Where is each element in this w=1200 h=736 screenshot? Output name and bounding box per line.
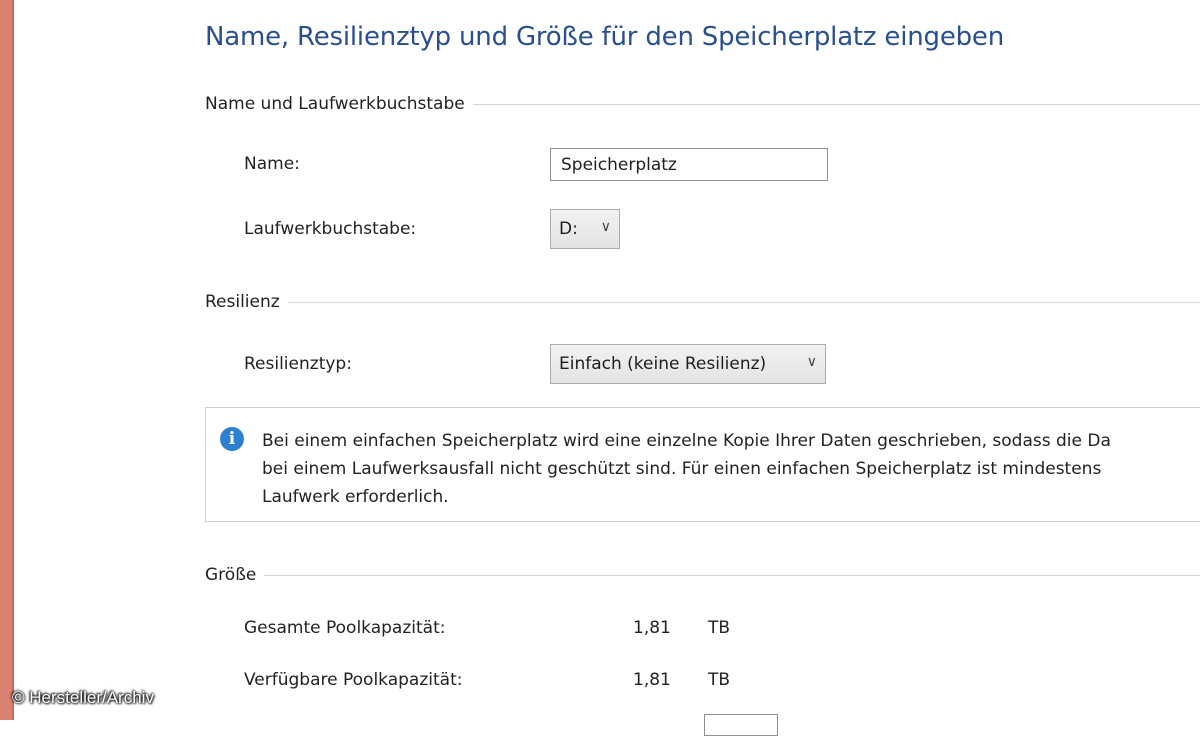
- info-text: Bei einem einfachen Speicherplatz wird e…: [262, 427, 1200, 511]
- info-line: Laufwerk erforderlich.: [262, 487, 449, 507]
- total-capacity-unit: TB: [708, 618, 731, 638]
- total-capacity-value: 1,81: [633, 618, 671, 638]
- page-title: Name, Resilienztyp und Größe für den Spe…: [205, 22, 1005, 52]
- available-capacity-value: 1,81: [633, 670, 671, 690]
- resilience-type-select[interactable]: Einfach (keine Resilienz) ∨: [550, 344, 826, 384]
- available-capacity-unit: TB: [708, 670, 731, 690]
- drive-letter-select[interactable]: D: ∨: [550, 209, 620, 249]
- drive-letter-value: D:: [559, 219, 578, 239]
- section-divider-size: [205, 575, 1200, 576]
- section-title-size: Größe: [205, 565, 265, 585]
- name-input[interactable]: Speicherplatz: [550, 148, 828, 181]
- available-capacity-label: Verfügbare Poolkapazität:: [244, 670, 463, 690]
- drive-letter-label: Laufwerkbuchstabe:: [244, 219, 417, 239]
- chevron-down-icon: ∨: [806, 354, 817, 370]
- window-left-border: [0, 0, 14, 720]
- info-line: Bei einem einfachen Speicherplatz wird e…: [262, 431, 1111, 451]
- copyright-watermark: © Hersteller/Archiv: [12, 688, 154, 707]
- section-title-resilience: Resilienz: [205, 292, 288, 312]
- name-label: Name:: [244, 154, 300, 174]
- resilience-type-label: Resilienztyp:: [244, 354, 352, 374]
- section-divider-resilience: [205, 302, 1200, 303]
- info-icon: i: [220, 427, 244, 451]
- chevron-down-icon: ∨: [600, 219, 611, 235]
- resilience-type-value: Einfach (keine Resilienz): [559, 354, 767, 374]
- info-line: bei einem Laufwerksausfall nicht geschüt…: [262, 459, 1102, 479]
- size-input[interactable]: [704, 714, 778, 736]
- total-capacity-label: Gesamte Poolkapazität:: [244, 618, 446, 638]
- section-title-name: Name und Laufwerkbuchstabe: [205, 94, 473, 114]
